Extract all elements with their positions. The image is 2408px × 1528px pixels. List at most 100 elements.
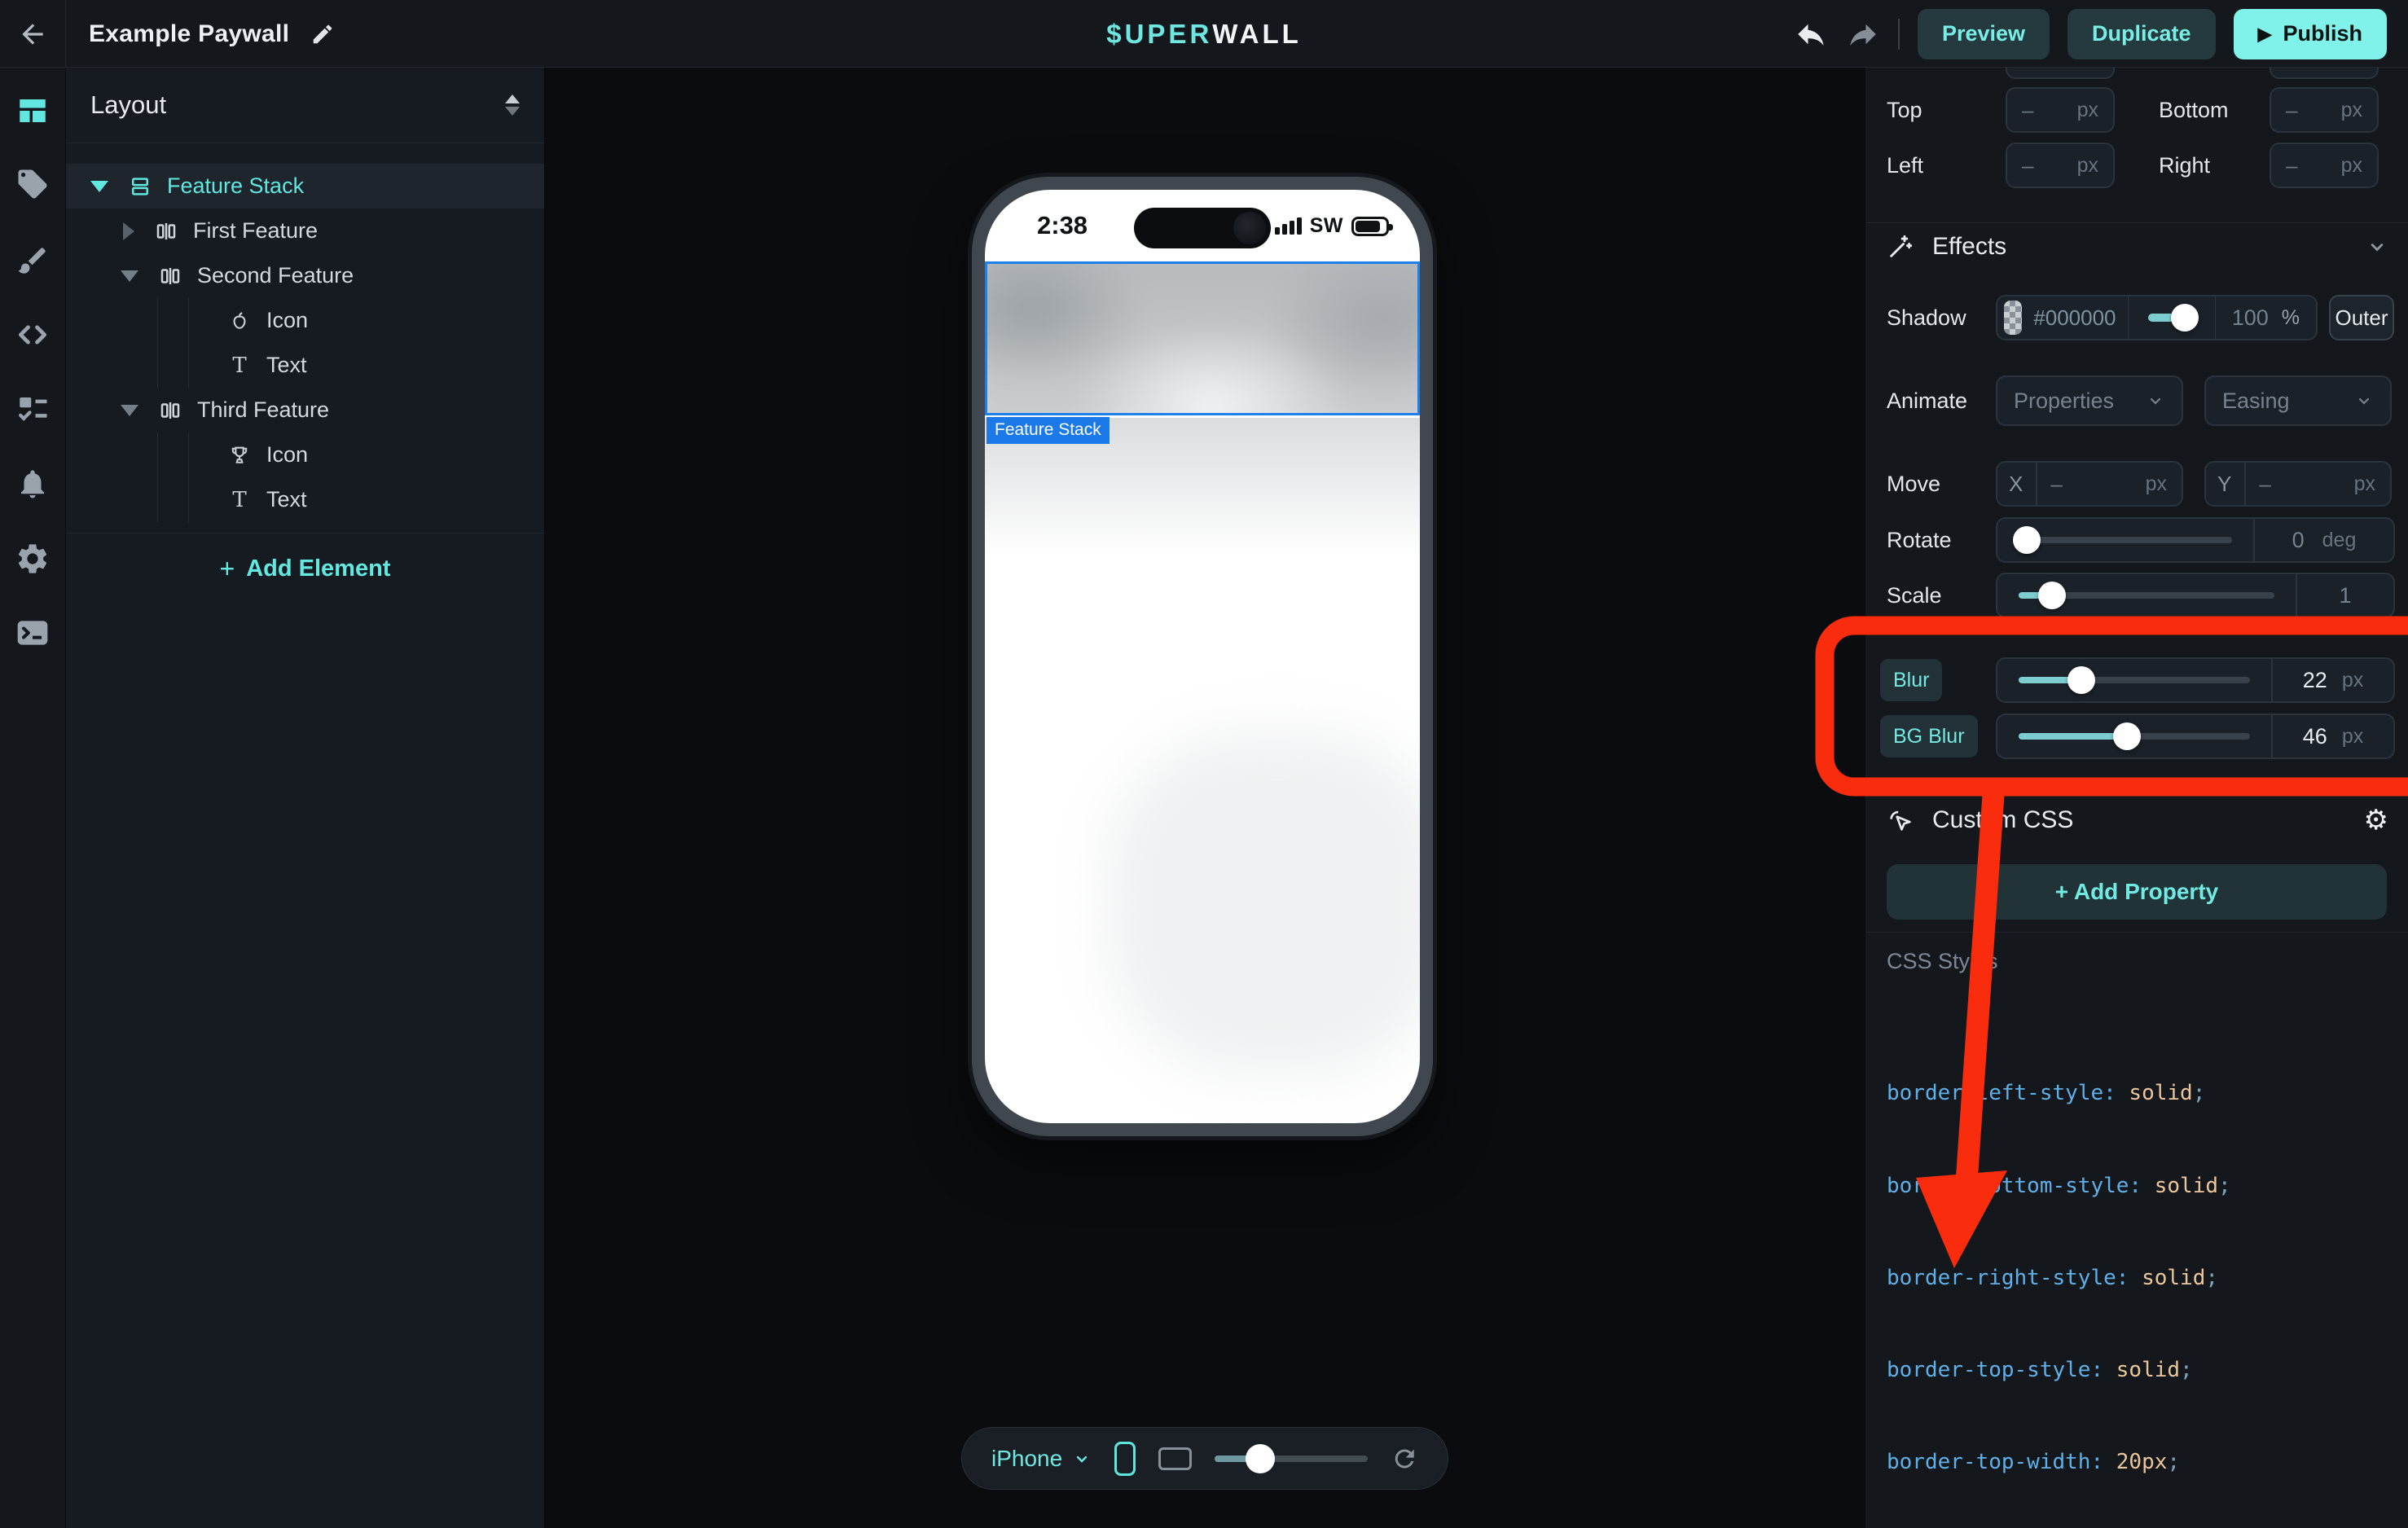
rotate-slider[interactable]	[2019, 537, 2232, 543]
arrow-left-icon	[17, 19, 48, 50]
collapse-caret-icon[interactable]	[121, 270, 138, 282]
bg-blur-value[interactable]: 46	[2303, 724, 2327, 749]
scale-value[interactable]: 1	[2339, 583, 2351, 608]
bg-blur-chip[interactable]: BG Blur	[1880, 715, 1978, 757]
scale-slider[interactable]	[2019, 592, 2274, 599]
custom-css-title: Custom CSS	[1932, 806, 2346, 834]
add-property-button[interactable]: + Add Property	[1887, 864, 2387, 920]
tree-item-first-feature[interactable]: First Feature	[66, 209, 544, 253]
sidebar-item-settings[interactable]	[15, 541, 51, 577]
rotate-value[interactable]: 0	[2292, 528, 2305, 553]
tree-item-third-feature-icon[interactable]: Icon	[66, 432, 544, 477]
blur-chip[interactable]: Blur	[1880, 659, 1942, 701]
move-y-input[interactable]: Y – px	[2204, 461, 2392, 507]
css-line: border-left-stylesolid	[1887, 1078, 2333, 1109]
sidebar-item-notifications[interactable]	[15, 467, 50, 501]
inspector-panel: Top – px Bottom – px Left – px Right – p…	[1865, 68, 2408, 1528]
sidebar-item-console[interactable]	[15, 615, 51, 651]
tree-item-third-feature-text[interactable]: T Text	[66, 477, 544, 522]
margin-input-partial[interactable]	[2270, 68, 2379, 79]
selected-feature-stack-element[interactable]	[985, 261, 1420, 415]
apple-icon	[226, 310, 253, 332]
refresh-button[interactable]	[1391, 1444, 1418, 1473]
blur-slider-thumb[interactable]	[2067, 666, 2095, 694]
undo-icon	[1794, 17, 1828, 51]
faint-blurred-shape	[1107, 732, 1420, 1074]
edit-title-button[interactable]	[310, 22, 335, 46]
move-x-input[interactable]: X – px	[1996, 461, 2183, 507]
margin-input-partial[interactable]	[2006, 68, 2115, 79]
tree-item-second-feature-icon[interactable]: Icon	[66, 298, 544, 343]
collapse-caret-icon[interactable]	[90, 181, 108, 192]
portrait-mode-button[interactable]	[1114, 1442, 1136, 1476]
top-input[interactable]: – px	[2006, 87, 2115, 133]
tree-item-feature-stack[interactable]: Feature Stack	[66, 164, 544, 209]
expand-caret-icon[interactable]	[123, 222, 134, 240]
left-input[interactable]: – px	[2006, 143, 2115, 188]
signal-bars-icon	[1275, 217, 1302, 235]
indent-guide	[157, 432, 158, 477]
shadow-opacity-value[interactable]: 100	[2232, 305, 2269, 331]
zoom-slider[interactable]	[1215, 1456, 1368, 1462]
code-icon	[15, 317, 51, 353]
layout-sort-button[interactable]	[505, 94, 520, 116]
bottom-input[interactable]: – px	[2270, 87, 2379, 133]
sidebar-item-layout[interactable]	[15, 94, 50, 128]
sidebar-item-tags[interactable]	[15, 167, 50, 201]
animate-easing-select[interactable]: Easing	[2204, 375, 2392, 426]
effects-section-header[interactable]: Effects	[1887, 231, 2388, 263]
shadow-color-value[interactable]: #000000	[2033, 305, 2116, 331]
preview-button[interactable]: Preview	[1918, 9, 2050, 59]
redo-icon	[1846, 17, 1880, 51]
back-button[interactable]	[0, 0, 66, 68]
publish-button[interactable]: ▶ Publish	[2234, 9, 2387, 59]
redo-button[interactable]	[1846, 17, 1880, 51]
right-input[interactable]: – px	[2270, 143, 2379, 188]
css-line: border-bottom-stylesolid	[1887, 1171, 2333, 1202]
right-label: Right	[2159, 153, 2270, 178]
shadow-opacity-thumb[interactable]	[2171, 304, 2199, 332]
css-code-block[interactable]: border-left-stylesolid border-bottom-sty…	[1887, 1017, 2333, 1528]
sidebar-item-theme[interactable]	[15, 244, 50, 278]
blur-control: 22 px	[1996, 657, 2395, 703]
animate-properties-select[interactable]: Properties	[1996, 375, 2183, 426]
shadow-color-swatch[interactable]	[2004, 301, 2022, 335]
shadow-control: #000000 100 %	[1996, 295, 2318, 340]
custom-css-section-header[interactable]: Custom CSS ⚙	[1887, 803, 2388, 837]
add-element-button[interactable]: + Add Element	[66, 533, 544, 604]
duplicate-button[interactable]: Duplicate	[2067, 9, 2216, 59]
chevron-down-icon[interactable]	[2366, 235, 2388, 258]
scale-slider-thumb[interactable]	[2038, 582, 2066, 609]
tree-item-second-feature[interactable]: Second Feature	[66, 253, 544, 298]
zoom-slider-thumb[interactable]	[1246, 1444, 1275, 1473]
bg-blur-slider[interactable]	[2019, 733, 2250, 740]
shadow-opacity-slider[interactable]	[2148, 314, 2195, 322]
device-select[interactable]: iPhone	[991, 1446, 1092, 1472]
pencil-icon	[310, 22, 335, 46]
dynamic-island	[1134, 208, 1271, 248]
rotate-slider-thumb[interactable]	[2013, 526, 2041, 554]
device-toolbar: iPhone	[961, 1427, 1448, 1490]
blur-slider[interactable]	[2019, 677, 2250, 683]
design-canvas[interactable]: 2:38 SW Feature Stack iPhone	[545, 68, 1865, 1528]
indent-guide	[157, 343, 158, 388]
iphone-screen[interactable]: 2:38 SW Feature Stack	[985, 190, 1420, 1123]
bg-blur-slider-thumb[interactable]	[2113, 722, 2141, 750]
sidebar-item-rules[interactable]	[15, 392, 50, 426]
sidebar-item-code[interactable]	[15, 317, 51, 353]
css-styles-label: CSS Styles	[1887, 949, 1998, 974]
shadow-label: Shadow	[1887, 305, 1996, 331]
superwall-logo: $UPERWALL	[1106, 0, 1302, 68]
blur-value[interactable]: 22	[2303, 668, 2327, 693]
tree-item-third-feature[interactable]: Third Feature	[66, 388, 544, 432]
css-settings-gear-icon[interactable]: ⚙	[2364, 806, 2388, 834]
move-label: Move	[1887, 472, 1996, 497]
top-label: Top	[1887, 98, 2006, 123]
landscape-mode-button[interactable]	[1158, 1447, 1191, 1470]
status-icons: SW	[1275, 214, 1389, 238]
undo-button[interactable]	[1794, 17, 1828, 51]
element-tree: Feature Stack First Feature Second Featu…	[66, 164, 544, 522]
shadow-mode-button[interactable]: Outer	[2329, 295, 2394, 340]
tree-item-second-feature-text[interactable]: T Text	[66, 343, 544, 388]
collapse-caret-icon[interactable]	[121, 405, 138, 416]
